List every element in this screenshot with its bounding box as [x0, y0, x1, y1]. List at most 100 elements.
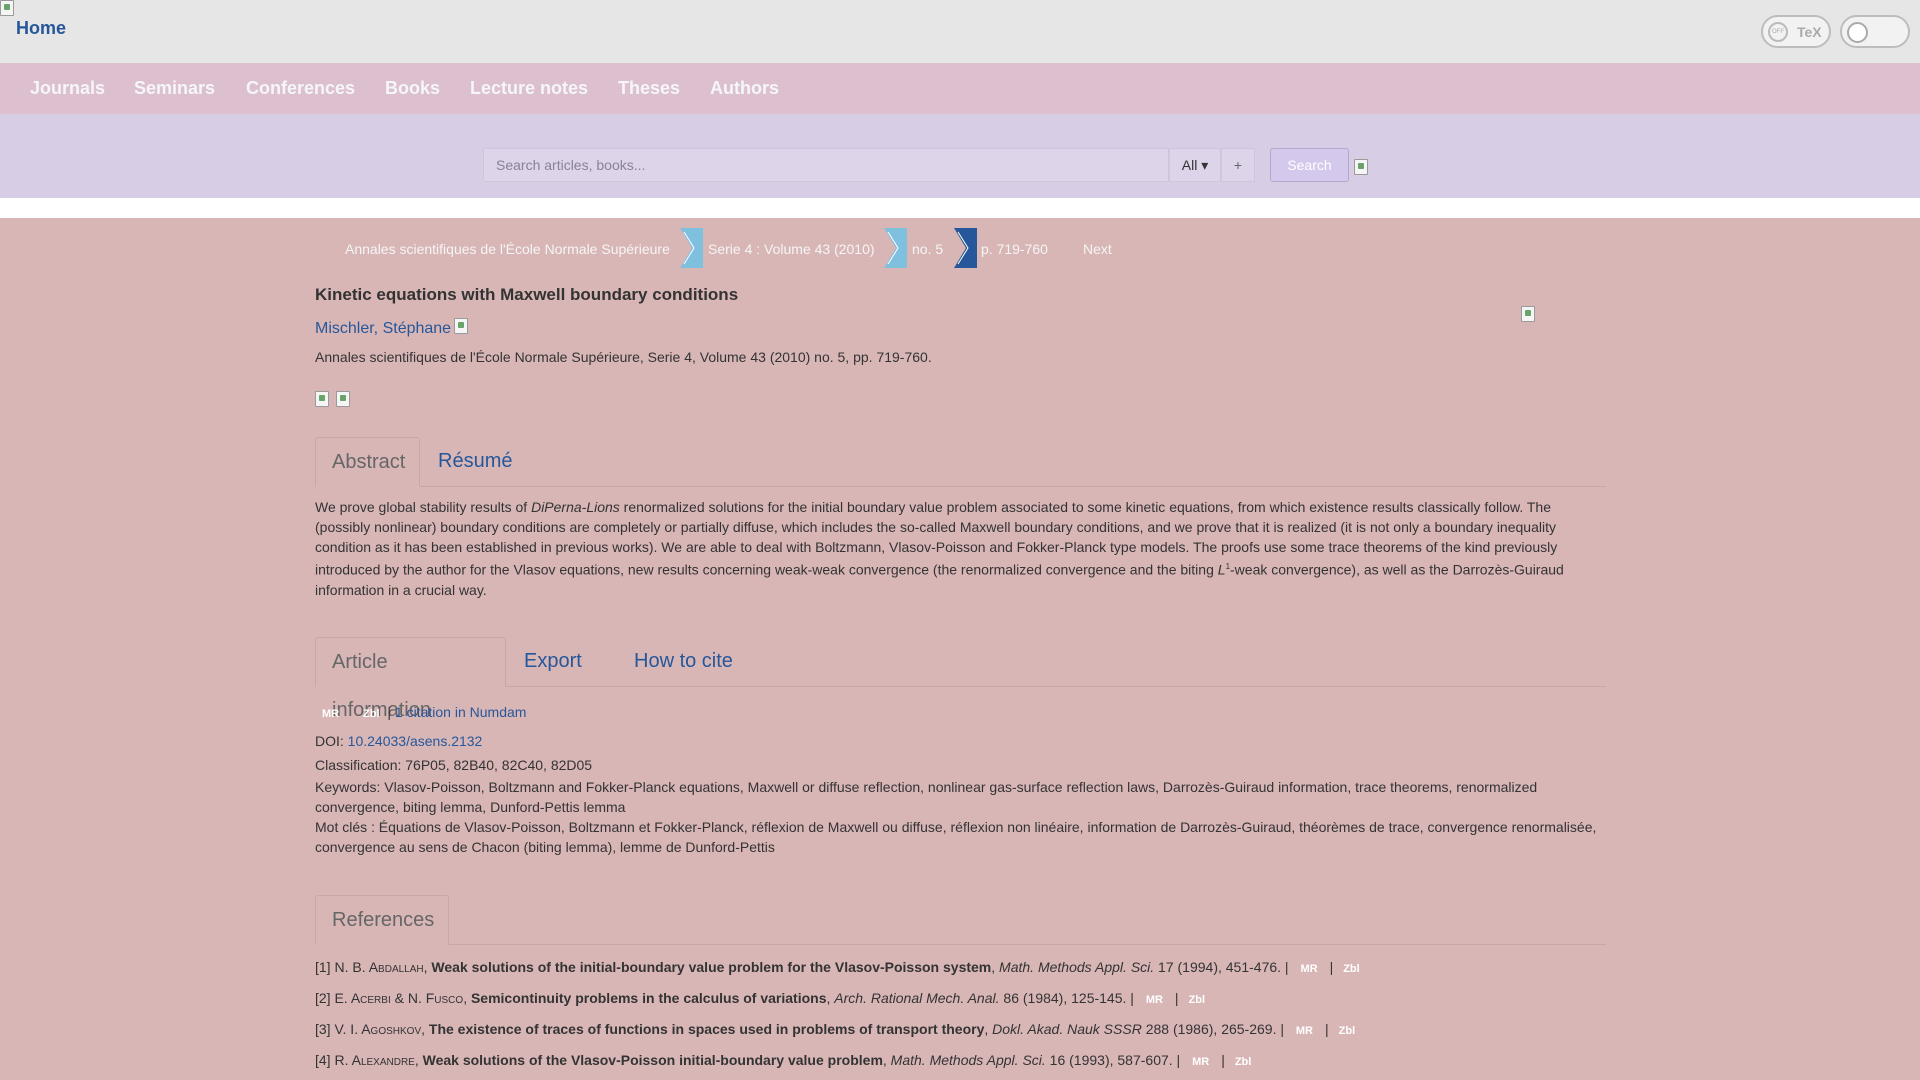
- search-scope-select[interactable]: All ▾: [1169, 148, 1221, 182]
- search-button[interactable]: Search: [1270, 148, 1349, 182]
- ref-title: The existence of traces of functions in …: [428, 1021, 985, 1037]
- broken-image-icon: [0, 0, 14, 16]
- ref-journal: Math. Methods Appl. Sci.: [999, 959, 1155, 975]
- tab-abstract[interactable]: Abstract: [315, 437, 420, 487]
- ref-author-surname: bdallah: [378, 959, 424, 975]
- reference-item: [3] V. I. Agoshkov, The existence of tra…: [315, 1021, 1356, 1037]
- reference-item: [1] N. B. Abdallah, Weak solutions of th…: [315, 959, 1360, 975]
- toggle-off-icon: OFF: [1768, 22, 1788, 42]
- author-link[interactable]: Mischler, Stéphane: [315, 320, 451, 338]
- ref-zbl-link[interactable]: Zbl: [1339, 1025, 1356, 1037]
- separator: |: [387, 704, 392, 720]
- ref-author-surname: cerbi: [360, 990, 391, 1006]
- ref-details: 86 (1984), 125-145. |: [999, 990, 1134, 1006]
- broken-image-icon: [1521, 306, 1535, 322]
- ref-author-initials: N. B. A: [334, 959, 379, 975]
- ref-number: [2]: [315, 990, 335, 1006]
- divider: [0, 198, 1920, 218]
- home-link[interactable]: Home: [16, 18, 66, 39]
- article-title: Kinetic equations with Maxwell boundary …: [315, 285, 739, 304]
- ref-author-initials: V. I. A: [334, 1021, 371, 1037]
- broken-image-icon: [1354, 159, 1368, 175]
- doi-label: DOI:: [315, 733, 348, 749]
- breadcrumb: Annales scientifiques de l'École Normale…: [0, 228, 1920, 268]
- references-tabs: References: [315, 895, 1606, 945]
- broken-image-icon[interactable]: [315, 391, 329, 407]
- ref-journal: Math. Methods Appl. Sci.: [890, 1052, 1046, 1068]
- theme-toggle[interactable]: [1840, 15, 1910, 48]
- nav-seminars[interactable]: Seminars: [134, 78, 215, 99]
- breadcrumb-journal[interactable]: Annales scientifiques de l'École Normale…: [345, 241, 670, 257]
- ref-journal: Dokl. Akad. Nauk SSSR: [992, 1021, 1142, 1037]
- breadcrumb-pages: p. 719-760: [981, 241, 1048, 257]
- nav-books[interactable]: Books: [385, 78, 440, 99]
- ref-mr-link[interactable]: MR: [1300, 963, 1317, 975]
- ref-zbl-link[interactable]: Zbl: [1189, 994, 1206, 1006]
- separator: |: [1221, 1052, 1225, 1068]
- ref-mr-link[interactable]: MR: [1296, 1025, 1313, 1037]
- ref-journal: Arch. Rational Mech. Anal.: [834, 990, 1000, 1006]
- reference-item: [4] R. Alexandre, Weak solutions of the …: [315, 1052, 1252, 1068]
- separator: |: [1329, 959, 1334, 975]
- ref-title: Weak solutions of the Vlasov-Poisson ini…: [422, 1052, 883, 1068]
- tab-export[interactable]: Export: [508, 637, 598, 687]
- abstract-tabs: Abstract Résumé: [315, 437, 1606, 487]
- reference-item: [2] E. Acerbi & N. Fusco, Semicontinuity…: [315, 990, 1206, 1006]
- classification: Classification: 76P05, 82B40, 82C40, 82D…: [315, 757, 593, 773]
- separator: |: [1325, 1021, 1329, 1037]
- nav-lecture-notes[interactable]: Lecture notes: [470, 78, 588, 99]
- ref-details: 288 (1986), 265-269. |: [1141, 1021, 1284, 1037]
- ref-zbl-link[interactable]: Zbl: [1343, 963, 1360, 975]
- ref-author-initials: E. A: [334, 990, 361, 1006]
- separator: |: [1174, 990, 1179, 1006]
- article-links: MR Zbl | 1 citation in Numdam: [315, 704, 526, 720]
- ref-details: 16 (1993), 587-607. |: [1045, 1052, 1181, 1068]
- info-tabs: Article information Export How to cite: [315, 637, 1606, 721]
- mot-cles: Mot clés : Équations de Vlasov-Poisson, …: [315, 819, 1597, 855]
- top-bar: Home OFF TeX: [0, 0, 1920, 63]
- nav-theses[interactable]: Theses: [618, 78, 680, 99]
- advanced-search-button[interactable]: +: [1221, 148, 1255, 182]
- nav-authors[interactable]: Authors: [710, 78, 779, 99]
- ref-number: [3]: [315, 1021, 335, 1037]
- ref-coauthor: & N. F: [390, 990, 435, 1006]
- tab-article-information[interactable]: Article information: [315, 637, 506, 721]
- search-input[interactable]: [483, 148, 1169, 182]
- ref-zbl-link[interactable]: Zbl: [1235, 1056, 1252, 1068]
- ref-author-surname: goshkov: [370, 1021, 422, 1037]
- ref-mr-link[interactable]: MR: [1146, 994, 1163, 1006]
- chevron-right-icon: [954, 228, 977, 268]
- abstract-text: We prove global stability results of DiP…: [315, 497, 1606, 600]
- main-nav: Journals Seminars Conferences Books Lect…: [0, 63, 1920, 114]
- ref-title: Weak solutions of the initial-boundary v…: [431, 959, 992, 975]
- chevron-right-icon: [884, 228, 907, 268]
- numdam-citations-link[interactable]: 1 citation in Numdam: [395, 704, 527, 720]
- search-band: All ▾ + Search: [0, 114, 1920, 198]
- nav-journals[interactable]: Journals: [30, 78, 105, 99]
- breadcrumb-issue[interactable]: no. 5: [912, 241, 943, 257]
- ref-details: 17 (1994), 451-476. |: [1154, 959, 1289, 975]
- abstract-italic-term: DiPerna-Lions: [531, 499, 620, 515]
- abstract-text-part: We prove global stability results of: [315, 499, 532, 515]
- ref-author-surname: lexandre: [360, 1052, 415, 1068]
- breadcrumb-volume[interactable]: Serie 4 : Volume 43 (2010): [708, 241, 875, 257]
- tex-toggle-label: TeX: [1797, 24, 1822, 40]
- ref-title: Semicontinuity problems in the calculus …: [470, 990, 827, 1006]
- tab-resume[interactable]: Résumé: [422, 437, 528, 487]
- ref-coauthor-surname: usco: [434, 990, 464, 1006]
- tab-how-to-cite[interactable]: How to cite: [618, 637, 749, 687]
- tab-references[interactable]: References: [315, 895, 449, 945]
- nav-conferences[interactable]: Conferences: [246, 78, 355, 99]
- ref-mr-link[interactable]: MR: [1192, 1056, 1209, 1068]
- mr-link[interactable]: MR: [322, 708, 339, 720]
- keywords: Keywords: Vlasov-Poisson, Boltzmann and …: [315, 779, 1538, 815]
- journal-citation: Annales scientifiques de l'École Normale…: [315, 349, 932, 365]
- broken-image-icon[interactable]: [336, 391, 350, 407]
- broken-image-icon: [454, 318, 468, 334]
- next-article-link[interactable]: Next: [1083, 241, 1112, 257]
- doi-link[interactable]: 10.24033/asens.2132: [348, 733, 483, 749]
- tex-toggle[interactable]: OFF TeX: [1761, 15, 1831, 48]
- ref-number: [1]: [315, 959, 335, 975]
- zbl-link[interactable]: Zbl: [363, 708, 380, 720]
- chevron-right-icon: [680, 228, 703, 268]
